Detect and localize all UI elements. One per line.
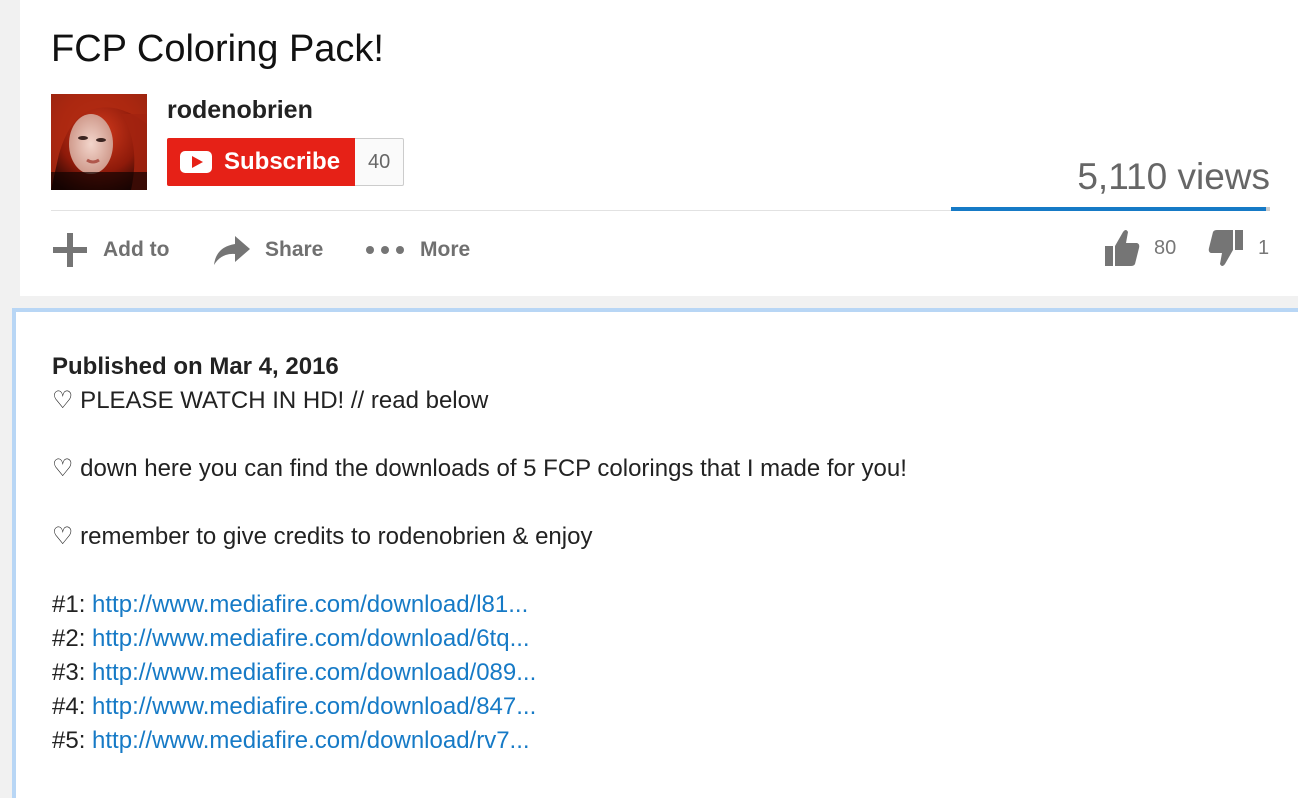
- add-to-button[interactable]: Add to: [53, 232, 169, 268]
- description-line: ♡ remember to give credits to rodenobrie…: [52, 523, 593, 550]
- download-link[interactable]: http://www.mediafire.com/download/rv7...: [92, 727, 530, 754]
- dislike-count: 1: [1258, 236, 1270, 259]
- more-dots-icon: [366, 246, 404, 254]
- video-title: FCP Coloring Pack!: [51, 28, 384, 70]
- link-number: #2:: [52, 625, 93, 652]
- share-button[interactable]: Share: [213, 232, 323, 268]
- dislike-button[interactable]: 1: [1208, 228, 1269, 268]
- sentiment-bar-likes: [951, 207, 1267, 211]
- like-button[interactable]: 80: [1104, 228, 1176, 268]
- more-label: More: [420, 238, 471, 261]
- subscriber-count: 40: [355, 138, 405, 186]
- link-number: #3:: [52, 659, 93, 686]
- add-to-label: Add to: [103, 238, 170, 261]
- thumbs-up-icon: [1105, 230, 1140, 266]
- description-card: Published on Mar 4, 2016 ♡ PLEASE WATCH …: [12, 308, 1298, 798]
- download-link-row: #2: http://www.mediafire.com/download/6t…: [52, 622, 1252, 656]
- avatar-image: [51, 94, 147, 190]
- youtube-play-icon: [180, 151, 212, 173]
- link-number: #5:: [52, 727, 93, 754]
- view-count: 5,110 views: [1077, 156, 1270, 197]
- download-link-row: #3: http://www.mediafire.com/download/08…: [52, 656, 1252, 690]
- download-link[interactable]: http://www.mediafire.com/download/6tq...: [92, 625, 530, 652]
- channel-name[interactable]: rodenobrien: [167, 96, 313, 125]
- subscribe-button[interactable]: Subscribe: [167, 138, 356, 186]
- share-arrow-icon: [214, 236, 250, 265]
- download-link-row: #1: http://www.mediafire.com/download/l8…: [52, 588, 1252, 622]
- plus-icon: [53, 233, 87, 267]
- video-info-card: FCP Coloring Pack! rodenobrien Subscribe…: [20, 0, 1298, 296]
- sentiment-bar: [951, 207, 1270, 211]
- publish-date: Published on Mar 4, 2016: [52, 353, 339, 380]
- channel-avatar[interactable]: [51, 94, 147, 190]
- thumbs-down-icon: [1208, 230, 1243, 266]
- download-link-row: #4: http://www.mediafire.com/download/84…: [52, 690, 1252, 724]
- description-line: ♡ PLEASE WATCH IN HD! // read below: [52, 387, 489, 414]
- share-label: Share: [265, 238, 324, 261]
- description-body: Published on Mar 4, 2016 ♡ PLEASE WATCH …: [52, 350, 1252, 758]
- subscribe-label: Subscribe: [224, 148, 341, 175]
- subscribe-widget: Subscribe 40: [167, 138, 405, 186]
- description-line: ♡ down here you can find the downloads o…: [52, 455, 907, 482]
- download-link[interactable]: http://www.mediafire.com/download/847...: [92, 693, 536, 720]
- download-link-row: #5: http://www.mediafire.com/download/rv…: [52, 724, 1252, 758]
- like-count: 80: [1154, 236, 1177, 259]
- download-link[interactable]: http://www.mediafire.com/download/l81...: [92, 591, 528, 618]
- link-number: #4:: [52, 693, 93, 720]
- link-number: #1:: [52, 591, 93, 618]
- download-link[interactable]: http://www.mediafire.com/download/089...: [92, 659, 536, 686]
- more-button[interactable]: More: [366, 232, 470, 268]
